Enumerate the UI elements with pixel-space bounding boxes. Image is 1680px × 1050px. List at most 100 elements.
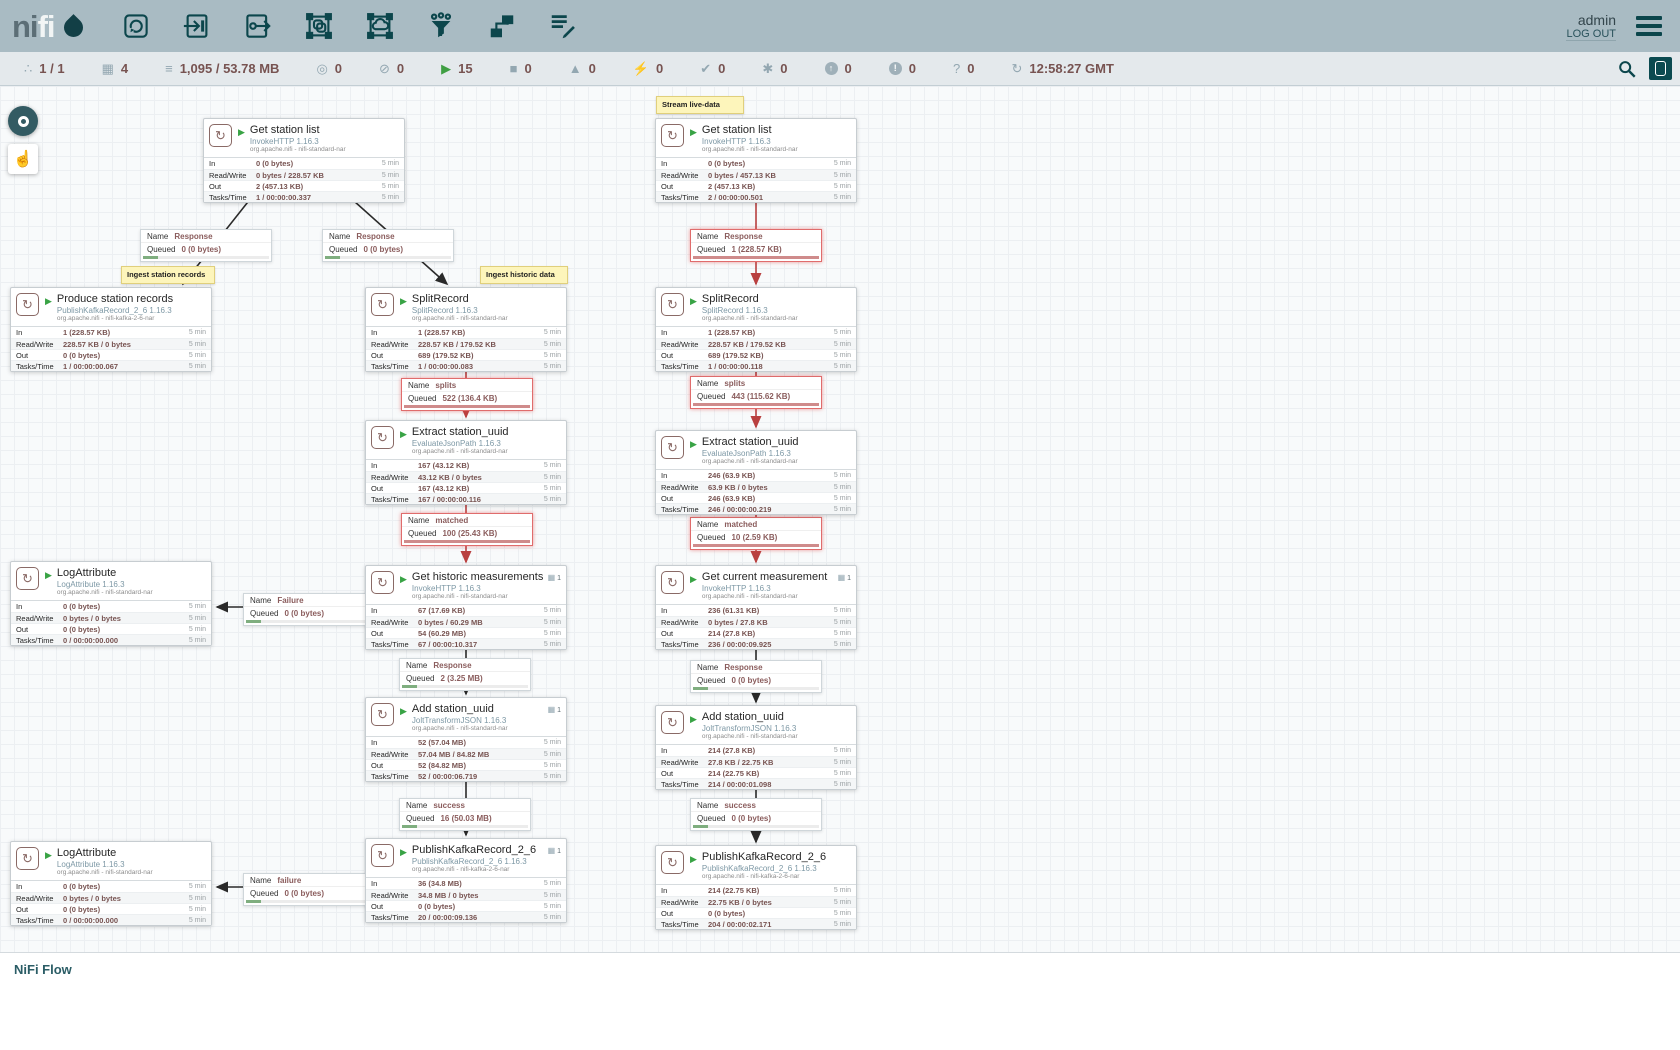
processor-node[interactable]: ↻▶PublishKafkaRecord_2_6PublishKafkaReco… xyxy=(365,838,567,923)
processor-node[interactable]: ↻▶Extract station_uuidEvaluateJsonPath 1… xyxy=(655,430,857,515)
stat-window: 5 min xyxy=(834,506,851,513)
connection-label[interactable]: NamesplitsQueued522 (136.4 KB) xyxy=(401,378,533,411)
connection-queued-value: 10 (2.59 KB) xyxy=(731,533,777,542)
stat-label: Tasks/Time xyxy=(16,636,63,645)
processor-name: SplitRecord xyxy=(702,293,798,306)
processor-bundle: org.apache.nifi - nifi-standard-nar xyxy=(250,146,346,153)
connection-queued-row: Queued100 (25.43 KB) xyxy=(402,526,532,539)
connection-name-key: Name xyxy=(408,381,429,390)
stopped-indicator: ■ 0 xyxy=(510,61,532,76)
processor-node[interactable]: ↻▶Extract station_uuidEvaluateJsonPath 1… xyxy=(365,420,567,505)
stat-window: 5 min xyxy=(544,892,561,899)
stat-label: Out xyxy=(16,905,63,914)
flow-status-bar: ∴ 1 / 1 ▦ 4 ≡ 1,095 / 53.78 MB ◎ 0 ⊘ 0 ▶… xyxy=(0,52,1680,86)
connection-queued-value: 16 (50.03 MB) xyxy=(440,814,491,823)
connection-name-row: Name splits xyxy=(402,379,532,391)
connection-name-value: Response xyxy=(174,232,212,241)
stat-value: 0 bytes / 27.8 KB xyxy=(708,618,834,627)
stat-value: 1 (228.57 KB) xyxy=(708,328,834,337)
template-component-button[interactable] xyxy=(485,9,519,43)
stat-label: Tasks/Time xyxy=(661,780,708,789)
flow-canvas[interactable]: ☝ Stream live-data Ingest station records… xyxy=(0,86,1680,952)
stat-value: 52 (57.04 MB) xyxy=(418,738,544,747)
processor-stat-row: Read/Write228.57 KB / 0 bytes5 min xyxy=(11,338,211,349)
breadcrumb-nifi-flow[interactable]: NiFi Flow xyxy=(14,962,72,977)
connection-queued-key: Queued xyxy=(408,529,436,538)
connection-queued-row: Queued10 (2.59 KB) xyxy=(691,530,821,543)
stat-label: In xyxy=(661,886,708,895)
funnel-component-button[interactable] xyxy=(424,9,458,43)
processor-component-button[interactable] xyxy=(119,9,153,43)
stat-value: 167 (43.12 KB) xyxy=(418,484,544,493)
processor-type: InvokeHTTP 1.16.3 xyxy=(412,584,543,593)
processor-header: ↻▶PublishKafkaRecord_2_6PublishKafkaReco… xyxy=(656,846,856,884)
processor-node[interactable]: ↻▶Add station_uuidJoltTransformJSON 1.16… xyxy=(655,705,857,790)
stat-label: In xyxy=(371,606,418,615)
refresh-icon[interactable]: ↻ xyxy=(1011,62,1022,75)
stat-label: In xyxy=(371,879,418,888)
processor-node[interactable]: ↻▶SplitRecordSplitRecord 1.16.3org.apach… xyxy=(365,287,567,372)
processor-stat-row: Tasks/Time167 / 00:00:00.1165 min xyxy=(366,493,566,504)
connection-label[interactable]: NameResponseQueued0 (0 bytes) xyxy=(322,229,454,262)
logout-link[interactable]: LOG OUT xyxy=(1566,28,1616,41)
stat-value: 0 (0 bytes) xyxy=(63,351,189,360)
processor-node[interactable]: ↻▶Get station listInvokeHTTP 1.16.3org.a… xyxy=(203,118,405,203)
processor-type: SplitRecord 1.16.3 xyxy=(702,306,798,315)
global-menu-button[interactable] xyxy=(1632,12,1666,40)
canvas-label[interactable]: Ingest historic data xyxy=(480,266,568,284)
search-button[interactable] xyxy=(1617,59,1637,79)
processor-node[interactable]: ↻▶Get station listInvokeHTTP 1.16.3org.a… xyxy=(655,118,857,203)
asterisk-icon: ✱ xyxy=(762,62,773,75)
stat-value: 0 (0 bytes) xyxy=(63,905,189,914)
processor-node[interactable]: ↻▶LogAttributeLogAttribute 1.16.3org.apa… xyxy=(10,841,212,926)
processor-node[interactable]: ↻▶Add station_uuidJoltTransformJSON 1.16… xyxy=(365,697,567,782)
stat-label: Read/Write xyxy=(371,891,418,900)
processor-stats: In0 (0 bytes)5 minRead/Write0 bytes / 0 … xyxy=(11,600,211,645)
processor-name: Get historic measurements xyxy=(412,571,543,584)
connection-label[interactable]: NameResponseQueued2 (3.25 MB) xyxy=(399,658,531,691)
navigate-palette-button[interactable] xyxy=(8,106,38,136)
connection-label[interactable]: NamesplitsQueued443 (115.62 KB) xyxy=(690,376,822,409)
remote-process-group-component-button[interactable] xyxy=(363,9,397,43)
processor-stat-row: In67 (17.69 KB)5 min xyxy=(366,605,566,616)
connection-label[interactable]: NamefailureQueued0 (0 bytes) xyxy=(243,873,375,906)
active-thread-badge: ▦ 1 xyxy=(548,846,561,855)
processor-node[interactable]: ↻▶Get historic measurementsInvokeHTTP 1.… xyxy=(365,565,567,650)
canvas-label[interactable]: Ingest station records xyxy=(121,266,215,284)
processor-stat-row: In0 (0 bytes)5 min xyxy=(11,881,211,892)
processor-node[interactable]: ↻▶LogAttributeLogAttribute 1.16.3org.apa… xyxy=(10,561,212,646)
processor-node[interactable]: ↻▶PublishKafkaRecord_2_6PublishKafkaReco… xyxy=(655,845,857,930)
connection-label[interactable]: NamematchedQueued10 (2.59 KB) xyxy=(690,517,822,550)
connection-label[interactable]: NameResponseQueued0 (0 bytes) xyxy=(690,660,822,693)
canvas-label[interactable]: Stream live-data xyxy=(656,96,744,114)
not-transmitting-indicator: ⊘ 0 xyxy=(379,61,404,76)
panel-toggle-button[interactable] xyxy=(1649,57,1672,80)
processor-node[interactable]: ↻▶Get current measurementInvokeHTTP 1.16… xyxy=(655,565,857,650)
connection-name-row: NameResponse xyxy=(141,230,271,242)
connection-label[interactable]: NameResponseQueued1 (228.57 KB) xyxy=(690,229,822,262)
connection-label[interactable]: NamesuccessQueued0 (0 bytes) xyxy=(690,798,822,831)
operate-palette-button[interactable]: ☝ xyxy=(8,144,38,174)
processor-node[interactable]: ↻▶Produce station recordsPublishKafkaRec… xyxy=(10,287,212,372)
running-indicator: ▶ 15 xyxy=(441,61,472,76)
processor-stats: In214 (27.8 KB)5 minRead/Write27.8 KB / … xyxy=(656,744,856,789)
processor-name: Add station_uuid xyxy=(412,703,508,716)
processor-titles: PublishKafkaRecord_2_6PublishKafkaRecord… xyxy=(412,844,536,873)
connection-label[interactable]: NameFailureQueued0 (0 bytes) xyxy=(243,593,375,626)
stat-label: In xyxy=(661,328,708,337)
output-port-component-button[interactable] xyxy=(241,9,275,43)
processor-bundle: org.apache.nifi - nifi-standard-nar xyxy=(57,869,153,876)
processor-stat-row: Tasks/Time214 / 00:00:01.0985 min xyxy=(656,778,856,789)
connection-label[interactable]: NameResponseQueued0 (0 bytes) xyxy=(140,229,272,262)
connection-label[interactable]: NamesuccessQueued16 (50.03 MB) xyxy=(399,798,531,831)
stat-label: Out xyxy=(209,182,256,191)
stat-label: Read/Write xyxy=(661,340,708,349)
connection-name-row: Namefailure xyxy=(244,874,374,886)
process-group-component-button[interactable] xyxy=(302,9,336,43)
connection-name-value: splits xyxy=(435,381,456,390)
label-component-button[interactable] xyxy=(546,9,580,43)
connection-label[interactable]: NamematchedQueued100 (25.43 KB) xyxy=(401,513,533,546)
processor-node[interactable]: ↻▶SplitRecordSplitRecord 1.16.3org.apach… xyxy=(655,287,857,372)
input-port-component-button[interactable] xyxy=(180,9,214,43)
processor-stat-row: Read/Write0 bytes / 457.13 KB5 min xyxy=(656,169,856,180)
